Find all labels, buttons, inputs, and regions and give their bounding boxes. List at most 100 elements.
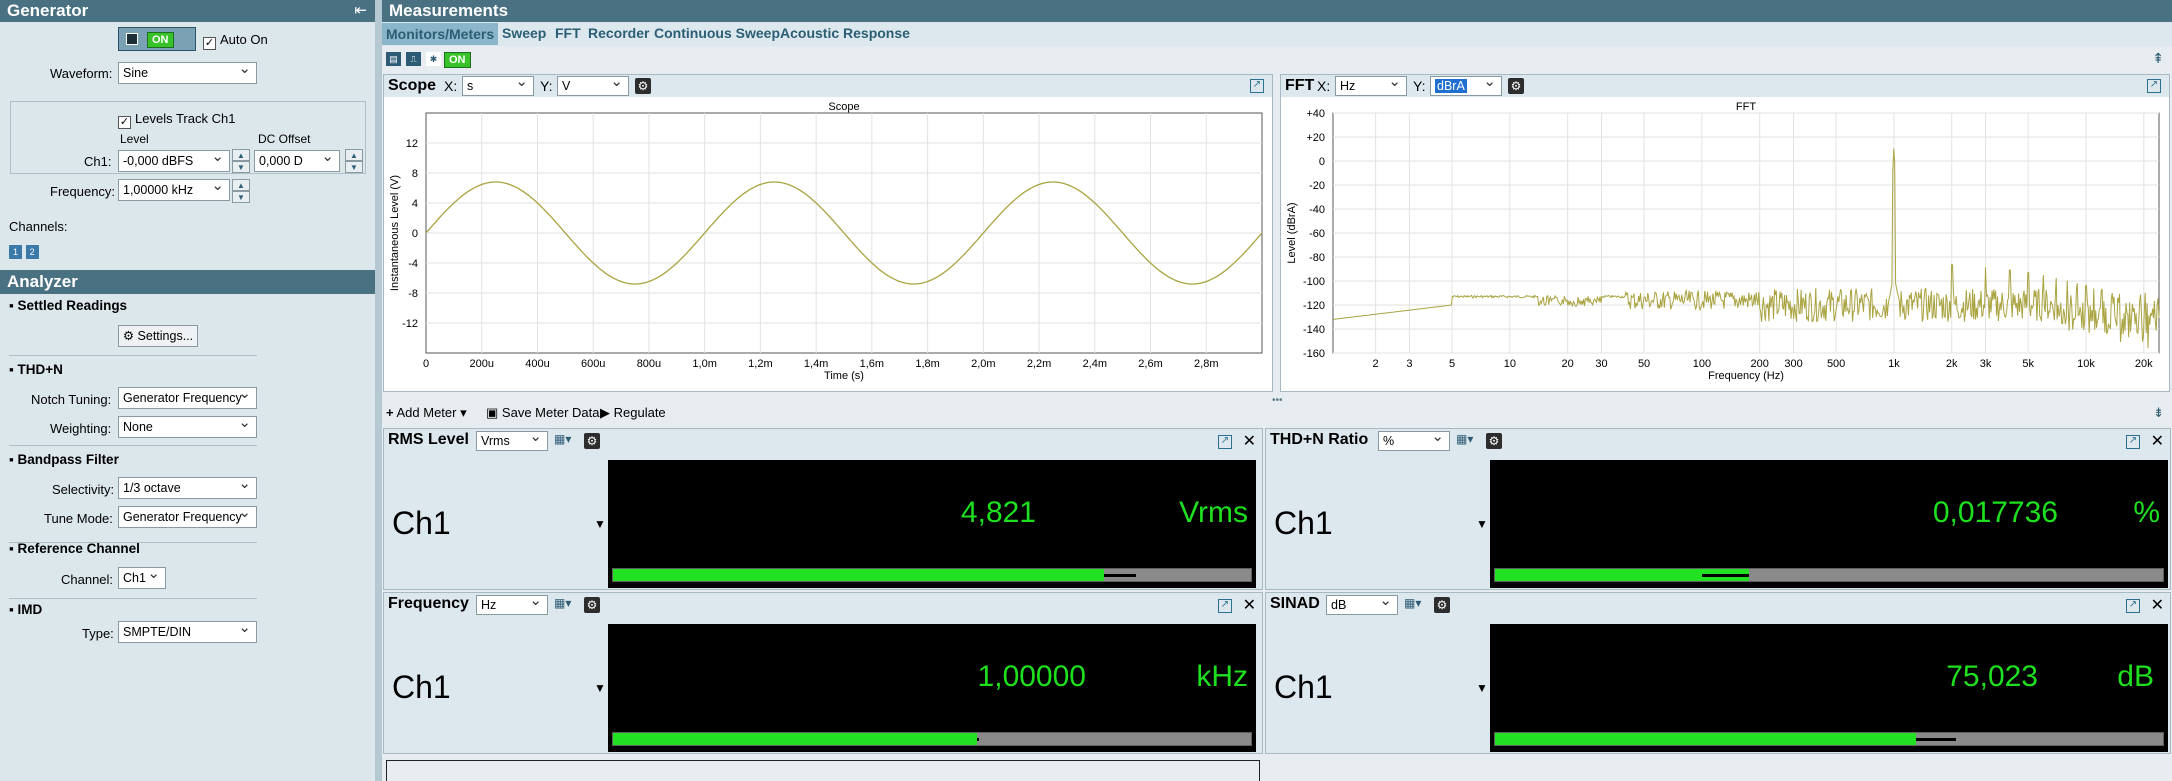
scope-x-select[interactable]: s: [462, 73, 534, 96]
panel-splitter[interactable]: [375, 0, 382, 781]
collapse-icon[interactable]: ⇞: [2152, 50, 2164, 67]
frequency-spinner[interactable]: ▲ ▼: [232, 179, 250, 203]
bandpass-section[interactable]: ▪ Bandpass Filter: [9, 452, 119, 467]
channel-dropdown-icon[interactable]: ▼: [1476, 517, 1488, 531]
settings-button[interactable]: ⚙ Settings...: [118, 325, 198, 347]
meter-unit-select[interactable]: Vrms: [476, 428, 548, 451]
meter-thdn-ratio: THD+N Ratio % ▦▾ ⚙ ↗ ✕ Ch1 ▼ 0,017736 %: [1265, 428, 2171, 590]
meter-settings-gear-icon[interactable]: ⚙: [584, 597, 600, 613]
meter-format-icon[interactable]: ▦▾: [554, 596, 571, 610]
scope-x-label: X:: [444, 78, 458, 94]
play-icon: ▶: [600, 405, 610, 420]
tab-acoustic-response[interactable]: Acoustic Response: [780, 25, 910, 41]
dc-offset-spinner[interactable]: ▲ ▼: [345, 149, 363, 173]
meter-title: SINAD: [1270, 595, 1320, 612]
fft-y-tick-label: +40: [1306, 108, 1325, 120]
meter-title: Frequency: [388, 595, 469, 612]
meter-unit-select[interactable]: %: [1378, 428, 1450, 451]
channel-dropdown-icon[interactable]: ▼: [594, 681, 606, 695]
spin-down-icon[interactable]: ▼: [345, 161, 363, 173]
level-input[interactable]: -0,000 dBFS: [118, 147, 230, 172]
fft-y-tick-label: -140: [1303, 324, 1325, 336]
meter-popout-icon[interactable]: ↗: [1218, 435, 1232, 449]
meter-unit-select[interactable]: Hz: [476, 592, 548, 615]
add-meter-button[interactable]: + Add Meter ▾: [386, 405, 467, 421]
scope-popout-icon[interactable]: ↗: [1250, 79, 1264, 93]
monitor-on-toggle[interactable]: ON: [444, 52, 471, 68]
save-meter-data-button[interactable]: ▣ Save Meter Data: [486, 405, 599, 421]
meter-close-icon[interactable]: ✕: [1243, 431, 1256, 451]
save-icon: ▣: [486, 405, 499, 420]
channel-1-button[interactable]: 1: [9, 245, 22, 259]
fft-x-select[interactable]: Hz: [1335, 73, 1407, 96]
levels-track-label: Levels Track Ch1: [135, 111, 236, 126]
spin-up-icon[interactable]: ▲: [345, 149, 363, 161]
auto-on-checkbox[interactable]: ✓ Auto On: [203, 32, 268, 50]
levels-track-checkbox[interactable]: ✓ Levels Track Ch1: [118, 111, 235, 129]
meter-close-icon[interactable]: ✕: [2151, 595, 2164, 615]
selectivity-select[interactable]: 1/3 octave: [118, 474, 257, 499]
scope-monitor-icon[interactable]: ▤: [386, 52, 401, 66]
meter-sinad: SINAD dB ▦▾ ⚙ ↗ ✕ Ch1 ▼ 75,023 dB: [1265, 592, 2171, 754]
bluetooth-icon[interactable]: ✱: [426, 52, 441, 66]
waveform-select[interactable]: Sine: [118, 59, 257, 84]
spin-down-icon[interactable]: ▼: [232, 191, 250, 203]
scope-plot-title: Scope: [828, 101, 859, 113]
generator-power-button[interactable]: ON: [118, 27, 196, 51]
fft-y-select[interactable]: dBrA: [1430, 73, 1502, 96]
channel-select[interactable]: Ch1: [118, 564, 166, 589]
regulate-button[interactable]: ▶ Regulate: [600, 405, 666, 421]
frequency-input[interactable]: 1,00000 kHz: [118, 176, 230, 201]
spin-up-icon[interactable]: ▲: [232, 179, 250, 191]
meter-format-icon[interactable]: ▦▾: [1456, 432, 1473, 446]
spin-up-icon[interactable]: ▲: [232, 149, 250, 161]
tab-fft[interactable]: FFT: [555, 25, 581, 41]
meter-settings-gear-icon[interactable]: ⚙: [584, 433, 600, 449]
meter-channel-label: Ch1: [1274, 669, 1333, 705]
tune-mode-select[interactable]: Generator Frequency: [118, 503, 257, 528]
meter-settings-gear-icon[interactable]: ⚙: [1486, 433, 1502, 449]
notch-tuning-select[interactable]: Generator Frequency: [118, 384, 257, 409]
scope-y-axis-label: Instantaneous Level (V): [389, 175, 401, 291]
meter-popout-icon[interactable]: ↗: [1218, 599, 1232, 613]
channel-dropdown-icon[interactable]: ▼: [594, 517, 606, 531]
fft-x-tick-label: 3k: [1980, 358, 1992, 370]
meter-frequency: Frequency Hz ▦▾ ⚙ ↗ ✕ Ch1 ▼ 1,00000 kHz: [383, 592, 1263, 754]
settled-readings-section[interactable]: ▪ Settled Readings: [9, 298, 127, 313]
waveform-monitor-icon[interactable]: ⎍: [406, 52, 421, 66]
meter-close-icon[interactable]: ✕: [2151, 431, 2164, 451]
tab-monitors-meters[interactable]: Monitors/Meters: [382, 23, 499, 45]
channel-dropdown-icon[interactable]: ▼: [1476, 681, 1488, 695]
fft-popout-icon[interactable]: ↗: [2147, 79, 2161, 93]
meter-settings-gear-icon[interactable]: ⚙: [1434, 597, 1450, 613]
pin-icon[interactable]: ⇤: [354, 0, 367, 22]
meter-close-icon[interactable]: ✕: [1243, 595, 1256, 615]
meter-unit-select[interactable]: dB: [1326, 592, 1398, 615]
spin-down-icon[interactable]: ▼: [232, 161, 250, 173]
scope-y-tick-label: 0: [412, 228, 418, 240]
analyzer-title: Analyzer: [7, 272, 78, 291]
meter-popout-icon[interactable]: ↗: [2126, 435, 2140, 449]
tab-continuous-sweep[interactable]: Continuous Sweep: [654, 25, 780, 41]
meter-bar-peak: [976, 738, 979, 741]
tab-recorder[interactable]: Recorder: [588, 25, 649, 41]
dc-offset-input[interactable]: 0,000 D: [254, 147, 340, 172]
level-spinner[interactable]: ▲ ▼: [232, 149, 250, 173]
measurements-title: Measurements: [389, 1, 509, 20]
thdn-section[interactable]: ▪ THD+N: [9, 362, 63, 377]
type-select[interactable]: SMPTE/DIN: [118, 618, 257, 643]
meter-format-icon[interactable]: ▦▾: [554, 432, 571, 446]
tab-sweep[interactable]: Sweep: [502, 25, 546, 41]
generator-on-toggle[interactable]: ON: [147, 32, 174, 48]
imd-section[interactable]: ▪ IMD: [9, 602, 42, 617]
meter-popout-icon[interactable]: ↗: [2126, 599, 2140, 613]
collapse-meters-icon[interactable]: ⇟: [2153, 405, 2164, 421]
weighting-select[interactable]: None: [118, 413, 257, 438]
reference-channel-section[interactable]: ▪ Reference Channel: [9, 541, 140, 556]
fft-settings-gear-icon[interactable]: ⚙: [1508, 78, 1524, 94]
fft-y-tick-label: -60: [1309, 228, 1325, 240]
scope-y-select[interactable]: V: [557, 73, 629, 96]
meter-format-icon[interactable]: ▦▾: [1404, 596, 1421, 610]
channel-2-button[interactable]: 2: [25, 245, 39, 259]
scope-settings-gear-icon[interactable]: ⚙: [635, 78, 651, 94]
